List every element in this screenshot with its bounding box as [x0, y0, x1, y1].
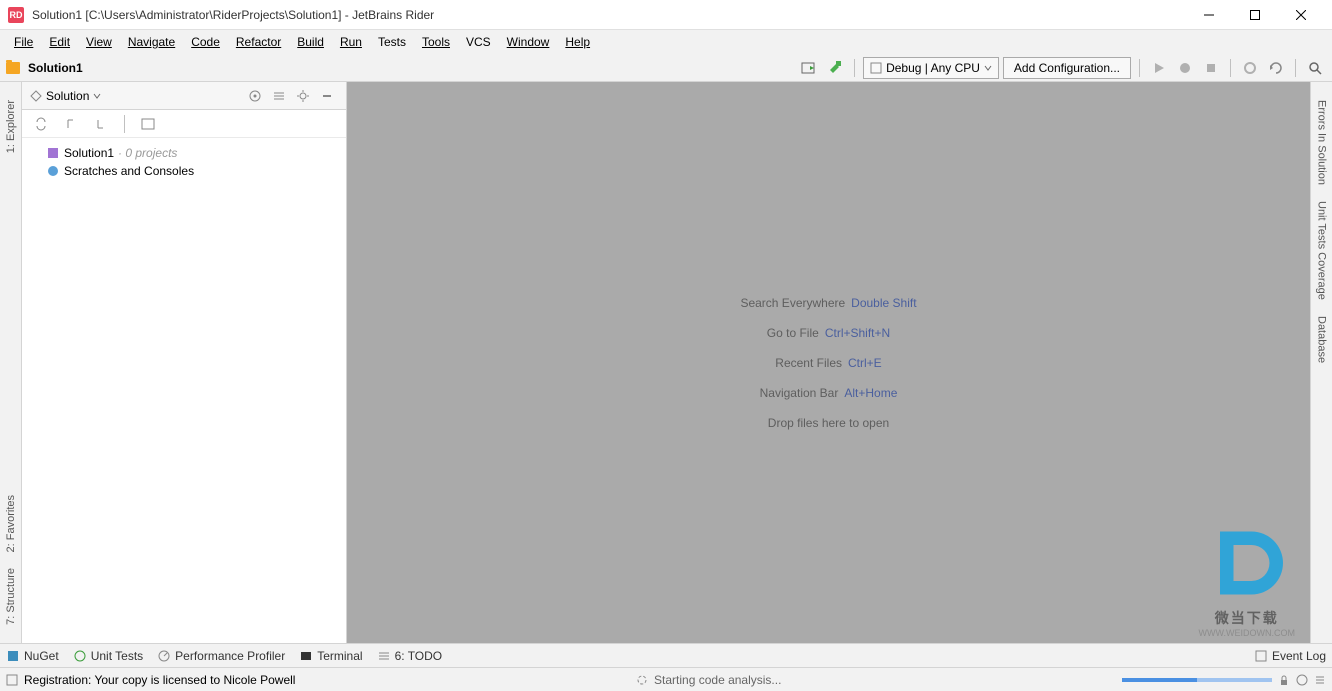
tab-structure[interactable]: 7: Structure — [3, 560, 19, 633]
tree-scratches-node[interactable]: Scratches and Consoles — [46, 162, 338, 180]
expand-icon[interactable] — [60, 113, 82, 135]
menu-tests[interactable]: Tests — [370, 33, 414, 51]
nuget-icon — [6, 649, 20, 663]
cube-icon — [870, 62, 882, 74]
preview-button[interactable] — [137, 113, 159, 135]
inspection-icon[interactable] — [1296, 674, 1308, 686]
left-tool-strip: 1: Explorer 2: Favorites 7: Structure — [0, 82, 22, 643]
hide-button[interactable] — [316, 85, 338, 107]
menu-code[interactable]: Code — [183, 33, 228, 51]
scratches-icon — [46, 164, 60, 178]
editor-area[interactable]: Search Everywhere Double Shift Go to Fil… — [347, 82, 1310, 643]
menu-run[interactable]: Run — [332, 33, 370, 51]
hint-nav-bar: Navigation Bar Alt+Home — [760, 386, 898, 400]
tab-explorer[interactable]: 1: Explorer — [3, 92, 19, 161]
watermark-logo-icon — [1202, 518, 1292, 608]
hint-recent-files: Recent Files Ctrl+E — [775, 356, 881, 370]
status-analysis: Starting code analysis... — [654, 673, 781, 687]
menu-file[interactable]: File — [6, 33, 41, 51]
tab-errors[interactable]: Errors In Solution — [1314, 92, 1330, 193]
tab-terminal[interactable]: Terminal — [299, 649, 362, 663]
chevron-down-icon — [93, 92, 101, 100]
menu-navigate[interactable]: Navigate — [120, 33, 183, 51]
chevron-down-icon — [984, 64, 992, 72]
terminal-icon — [299, 649, 313, 663]
right-tool-strip: Errors In Solution Unit Tests Coverage D… — [1310, 82, 1332, 643]
event-log-icon — [1254, 649, 1268, 663]
status-registration: Registration: Your copy is licensed to N… — [24, 673, 295, 687]
profiler-icon — [157, 649, 171, 663]
maximize-button[interactable] — [1232, 0, 1278, 30]
lock-icon[interactable] — [1278, 674, 1290, 686]
tab-favorites[interactable]: 2: Favorites — [3, 487, 19, 560]
hint-drop-files: Drop files here to open — [768, 416, 889, 430]
menubar: File Edit View Navigate Code Refactor Bu… — [0, 30, 1332, 54]
status-box-icon[interactable] — [6, 674, 18, 686]
menu-help[interactable]: Help — [557, 33, 598, 51]
tab-profiler[interactable]: Performance Profiler — [157, 649, 285, 663]
explorer-panel: Solution Solution1 · 0 projects — [22, 82, 347, 643]
profile-button[interactable] — [1239, 57, 1261, 79]
hint-goto-file: Go to File Ctrl+Shift+N — [767, 326, 890, 340]
memory-icon[interactable] — [1314, 674, 1326, 686]
tab-unit-tests-coverage[interactable]: Unit Tests Coverage — [1314, 193, 1330, 308]
todo-icon — [377, 649, 391, 663]
breadcrumb[interactable]: Solution1 — [28, 61, 83, 75]
unit-tests-icon — [73, 649, 87, 663]
stop-button[interactable] — [1200, 57, 1222, 79]
menu-edit[interactable]: Edit — [41, 33, 78, 51]
explorer-tree: Solution1 · 0 projects Scratches and Con… — [22, 138, 346, 643]
run-target-icon[interactable] — [798, 57, 820, 79]
progress-bar — [1122, 678, 1272, 682]
add-configuration-button[interactable]: Add Configuration... — [1003, 57, 1131, 79]
tree-solution-node[interactable]: Solution1 · 0 projects — [46, 144, 338, 162]
tab-todo[interactable]: 6: TODO — [377, 649, 443, 663]
solution-icon — [30, 90, 42, 102]
explorer-view-selector[interactable]: Solution — [30, 89, 101, 103]
run-button[interactable] — [1148, 57, 1170, 79]
menu-refactor[interactable]: Refactor — [228, 33, 289, 51]
debug-button[interactable] — [1174, 57, 1196, 79]
bottom-tool-tabs: NuGet Unit Tests Performance Profiler Te… — [0, 643, 1332, 667]
explorer-toolbar — [22, 110, 346, 138]
menu-view[interactable]: View — [78, 33, 120, 51]
run-configuration-select[interactable]: Debug | Any CPU — [863, 57, 999, 79]
titlebar: RD Solution1 [C:\Users\Administrator\Rid… — [0, 0, 1332, 30]
refresh-button[interactable] — [1265, 57, 1287, 79]
menu-tools[interactable]: Tools — [414, 33, 458, 51]
tab-database[interactable]: Database — [1314, 308, 1330, 371]
app-icon: RD — [8, 7, 24, 23]
search-button[interactable] — [1304, 57, 1326, 79]
hint-search-everywhere: Search Everywhere Double Shift — [740, 296, 916, 310]
watermark: 微当下载 WWW.WEIDOWN.COM — [1199, 518, 1295, 638]
window-title: Solution1 [C:\Users\Administrator\RiderP… — [32, 8, 1186, 22]
spinner-icon — [636, 674, 648, 686]
tab-nuget[interactable]: NuGet — [6, 649, 59, 663]
tab-unit-tests[interactable]: Unit Tests — [73, 649, 143, 663]
collapse-all-button[interactable] — [268, 85, 290, 107]
settings-button[interactable] — [292, 85, 314, 107]
sync-button[interactable] — [30, 113, 52, 135]
menu-build[interactable]: Build — [289, 33, 332, 51]
navbar: Solution1 Debug | Any CPU Add Configurat… — [0, 54, 1332, 82]
tab-event-log[interactable]: Event Log — [1254, 649, 1326, 663]
menu-vcs[interactable]: VCS — [458, 33, 499, 51]
minimize-button[interactable] — [1186, 0, 1232, 30]
close-button[interactable] — [1278, 0, 1324, 30]
collapse-icon[interactable] — [90, 113, 112, 135]
statusbar: Registration: Your copy is licensed to N… — [0, 667, 1332, 691]
explorer-header: Solution — [22, 82, 346, 110]
build-hammer-icon[interactable] — [824, 57, 846, 79]
solution-file-icon — [46, 146, 60, 160]
menu-window[interactable]: Window — [499, 33, 558, 51]
locate-button[interactable] — [244, 85, 266, 107]
folder-icon — [6, 62, 20, 74]
